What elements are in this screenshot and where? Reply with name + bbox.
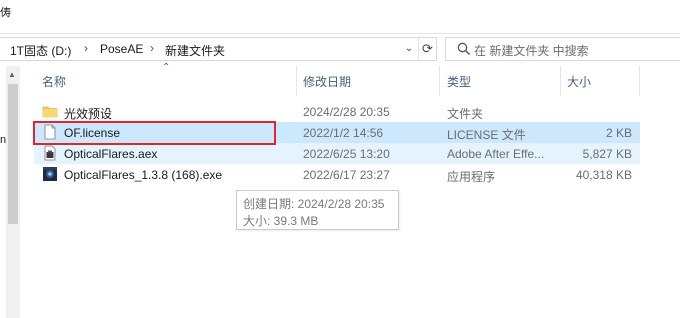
file-row-aex[interactable]: OpticalFlares.aex 2022/6/25 13:20 Adobe … — [34, 143, 640, 164]
column-header-date[interactable]: 修改日期 — [303, 73, 351, 90]
address-box[interactable]: 1T固态 (D:) › PoseAE › 新建文件夹 ⌄ ⟳ — [0, 37, 437, 61]
refresh-icon[interactable]: ⟳ — [418, 38, 436, 60]
file-row-exe[interactable]: OpticalFlares_1.3.8 (168).exe 2022/6/17 … — [34, 164, 640, 185]
file-date: 2022/6/17 23:27 — [303, 168, 390, 182]
file-size: 2 KB — [605, 126, 632, 140]
file-name: 光效预设 — [64, 107, 113, 121]
column-header-size[interactable]: 大小 — [567, 73, 591, 90]
column-divider[interactable] — [439, 66, 440, 96]
folder-info-tooltip: 创建日期: 2024/2/28 20:35 大小: 39.3 MB — [236, 190, 399, 230]
scroll-up-icon[interactable]: ▲ — [8, 70, 16, 79]
ribbon-cut-label: 俦 — [0, 7, 11, 19]
file-size: 5,827 KB — [582, 147, 632, 161]
search-input[interactable]: 在 新建文件夹 中搜索 — [445, 37, 680, 61]
file-type: Adobe After Effe... — [447, 147, 545, 161]
breadcrumb-current-folder[interactable]: 新建文件夹 — [165, 42, 225, 59]
search-placeholder: 在 新建文件夹 中搜索 — [474, 44, 589, 58]
file-size: 40,318 KB — [575, 168, 632, 182]
file-date: 2022/6/25 13:20 — [303, 147, 390, 161]
column-header-name[interactable]: 名称 — [42, 73, 66, 90]
tooltip-size: 大小: 39.3 MB — [243, 214, 319, 228]
sort-ascending-icon: ⌃ — [162, 62, 171, 73]
file-row-folder[interactable]: 光效预设 2024/2/28 20:35 文件夹 — [34, 101, 640, 122]
breadcrumb-poseae[interactable]: PoseAE — [100, 42, 143, 56]
address-bar: 1T固态 (D:) › PoseAE › 新建文件夹 ⌄ ⟳ 在 新建文件夹 中… — [0, 37, 680, 61]
file-name: OpticalFlares_1.3.8 (168).exe — [64, 168, 223, 182]
tooltip-created-date: 创建日期: 2024/2/28 20:35 — [243, 197, 385, 211]
scrollbar-thumb[interactable] — [8, 84, 18, 224]
file-type: 应用程序 — [447, 170, 496, 184]
column-divider[interactable] — [296, 66, 297, 96]
file-date: 2022/1/2 14:56 — [303, 126, 384, 140]
column-divider[interactable] — [639, 66, 640, 96]
chevron-down-icon[interactable]: ⌄ — [402, 41, 416, 57]
breadcrumb-drive[interactable]: 1T固态 (D:) — [10, 42, 71, 59]
column-header-type[interactable]: 类型 — [447, 73, 471, 90]
ribbon-remnant: 俦 — [0, 0, 680, 34]
folder-icon — [42, 106, 58, 118]
aex-file-icon — [44, 145, 56, 161]
file-name: OpticalFlares.aex — [64, 147, 158, 161]
file-date: 2024/2/28 20:35 — [303, 105, 390, 119]
file-type: 文件夹 — [447, 107, 484, 121]
red-annotation-box — [33, 121, 276, 145]
file-type: LICENSE 文件 — [447, 128, 526, 142]
breadcrumb-separator[interactable]: › — [150, 41, 154, 55]
column-divider[interactable] — [560, 66, 561, 96]
breadcrumb-separator[interactable]: › — [84, 41, 88, 55]
column-headers: ⌃ 名称 修改日期 类型 大小 — [34, 62, 640, 96]
search-icon — [457, 42, 470, 55]
exe-file-icon — [43, 167, 57, 181]
nav-scrollbar[interactable]: ▲ — [6, 66, 20, 318]
